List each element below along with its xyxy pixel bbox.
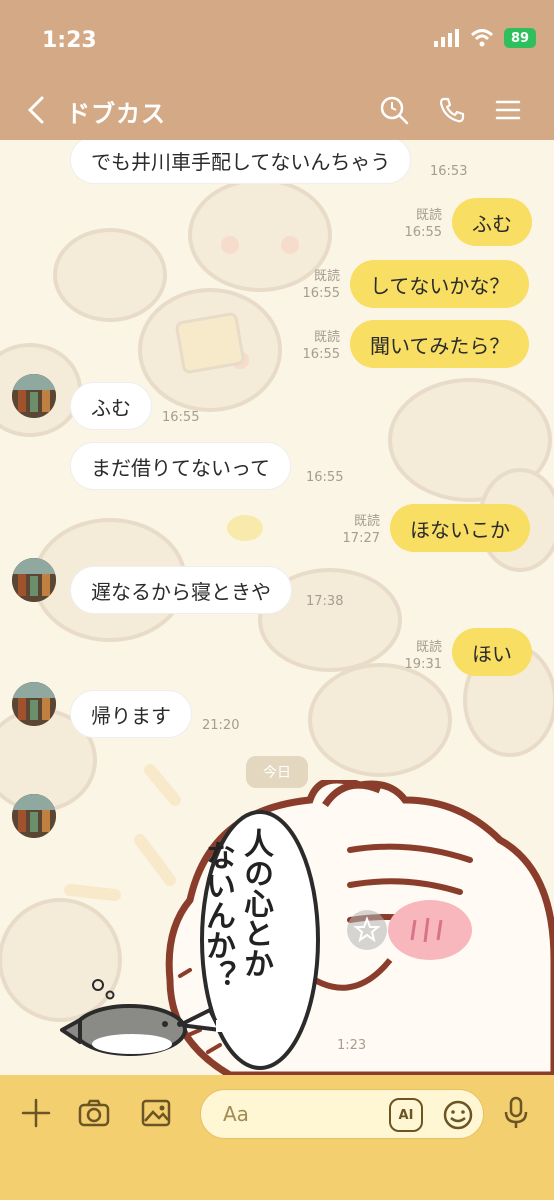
avatar-photo (12, 374, 56, 418)
message-bubble[interactable]: ほい (452, 628, 532, 676)
camera-icon (78, 1099, 110, 1127)
avatar[interactable] (12, 558, 56, 602)
search-button[interactable] (376, 92, 412, 128)
call-button[interactable] (434, 92, 470, 128)
sticker-speech-line2: ないんか？ (200, 840, 235, 990)
message-input[interactable]: Aa AI (200, 1089, 484, 1139)
message-bubble[interactable]: ふむ (70, 382, 152, 430)
message-time: 19:31 (404, 657, 442, 672)
message-time: 16:55 (162, 410, 200, 425)
hamburger-icon (495, 100, 521, 120)
read-receipt: 既読 (313, 330, 340, 345)
message-time: 21:20 (202, 718, 240, 733)
message-time: 16:53 (430, 164, 468, 179)
status-time: 1:23 (42, 28, 97, 53)
avatar[interactable] (12, 682, 56, 726)
search-icon (380, 96, 409, 125)
add-button[interactable] (16, 1093, 56, 1133)
message-bubble[interactable]: 帰ります (70, 690, 192, 738)
message-time: 1:23 (337, 1038, 367, 1053)
message-bubble[interactable]: 聞いてみたら？ (350, 320, 530, 368)
message-time: 16:55 (306, 470, 344, 485)
chevron-left-icon (27, 96, 44, 124)
plus-icon (21, 1098, 51, 1128)
emoji-button[interactable] (441, 1098, 475, 1132)
message-placeholder: Aa (223, 1102, 249, 1126)
message-time: 16:55 (404, 225, 442, 240)
smiley-icon (443, 1100, 473, 1130)
avatar-photo (12, 558, 56, 602)
sticker-image[interactable] (60, 780, 554, 1075)
ai-button[interactable]: AI (389, 1098, 423, 1132)
read-receipt: 既読 (313, 269, 340, 284)
avatar-photo (12, 794, 56, 838)
phone-icon (439, 97, 465, 123)
message-time: 16:55 (302, 347, 340, 362)
microphone-icon (504, 1096, 528, 1128)
read-receipt: 既読 (415, 640, 442, 655)
status-bar: 1:23 89 (0, 0, 554, 80)
message-bubble[interactable]: ふむ (452, 198, 532, 246)
signal-icon (434, 29, 459, 47)
read-receipt: 既読 (415, 208, 442, 223)
input-bar: Aa AI (0, 1075, 554, 1200)
avatar[interactable] (12, 794, 56, 838)
image-icon (141, 1099, 171, 1127)
chat-header: ドブカス (0, 80, 554, 140)
wifi-icon (470, 29, 494, 47)
message-bubble[interactable]: してないかな？ (350, 260, 530, 308)
battery-indicator: 89 (504, 28, 536, 48)
camera-button[interactable] (74, 1093, 114, 1133)
message-time: 17:27 (342, 531, 380, 546)
message-time: 17:38 (306, 594, 344, 609)
sticker-speech-line1: 人の心とか (238, 828, 273, 978)
message-time: 16:55 (302, 286, 340, 301)
voice-button[interactable] (496, 1093, 536, 1133)
message-bubble[interactable]: でも井川車手配してないんちゃう (70, 140, 412, 184)
message-bubble[interactable]: まだ借りてないって (70, 442, 291, 490)
chat-area[interactable]: でも井川車手配してないんちゃう 16:53 既読 16:55 ふむ 既読 16:… (0, 140, 554, 1075)
message-bubble[interactable]: 遅なるから寝ときや (70, 566, 292, 614)
chat-title: ドブカス (66, 100, 166, 128)
read-receipt: 既読 (353, 514, 380, 529)
back-button[interactable] (18, 92, 54, 128)
message-bubble[interactable]: ほないこか (390, 504, 530, 552)
gallery-button[interactable] (136, 1093, 176, 1133)
menu-button[interactable] (490, 92, 526, 128)
status-icons: 89 (434, 28, 536, 48)
avatar-photo (12, 682, 56, 726)
avatar[interactable] (12, 374, 56, 418)
